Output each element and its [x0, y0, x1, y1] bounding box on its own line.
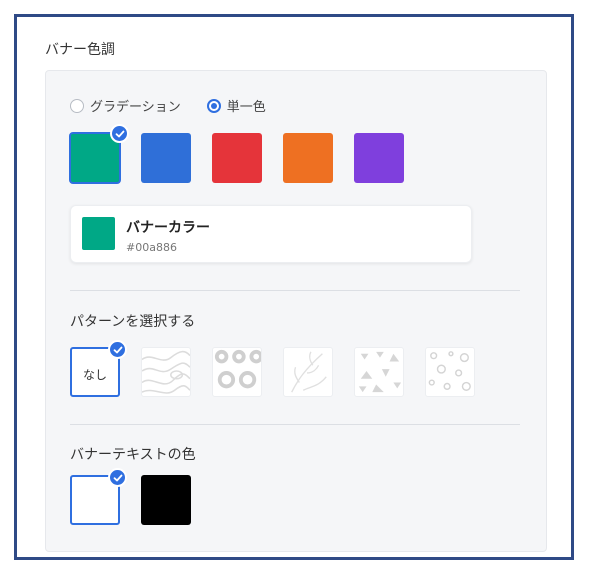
banner-color-chip [82, 217, 115, 250]
leaves-pattern-icon [291, 351, 327, 393]
color-swatch-green[interactable] [69, 124, 129, 184]
banner-color-hex: #00a886 [126, 241, 177, 254]
text-color-black[interactable] [141, 475, 191, 525]
radio-gradient-indicator [70, 98, 84, 113]
color-swatch-red[interactable] [212, 133, 262, 183]
topography-pattern-icon [142, 350, 190, 394]
text-color-title: バナーテキストの色 [70, 447, 196, 463]
pattern-row: なし [70, 340, 496, 397]
pattern-leaves[interactable] [283, 347, 333, 397]
radio-solid-indicator [206, 98, 221, 113]
selected-check-icon [110, 124, 129, 143]
pattern-none[interactable]: なし [70, 340, 127, 397]
bubbles-pattern-icon [428, 351, 471, 391]
pattern-triangles[interactable] [354, 347, 404, 397]
pattern-bubbles[interactable] [425, 347, 475, 397]
pattern-title: パターンを選択する [70, 314, 196, 330]
divider [70, 290, 520, 291]
window-frame: バナー色調 グラデーション 単一色 バナーカラー #00a886 パターンを選択… [14, 14, 574, 560]
selected-check-icon [108, 340, 127, 359]
section-title: バナー色調 [45, 42, 115, 58]
color-swatch-row [69, 124, 425, 184]
banner-color-card[interactable]: バナーカラー #00a886 [70, 205, 472, 263]
radio-gradient-label: グラデーション [90, 100, 181, 115]
color-swatch-purple[interactable] [354, 133, 404, 183]
text-color-row [70, 468, 212, 525]
pattern-circles[interactable] [212, 347, 262, 397]
mode-radio-group: グラデーション 単一色 [70, 96, 292, 115]
pattern-none-label: なし [82, 368, 107, 382]
color-swatch-orange[interactable] [283, 133, 333, 183]
circles-pattern-icon [214, 349, 261, 389]
selected-check-icon [108, 468, 127, 487]
divider [70, 424, 520, 425]
banner-color-name: バナーカラー [126, 220, 210, 236]
banner-settings-panel: グラデーション 単一色 バナーカラー #00a886 パターンを選択する なし … [45, 70, 547, 552]
radio-gradient[interactable]: グラデーション [70, 96, 181, 115]
pattern-topography[interactable] [141, 347, 191, 397]
triangles-pattern-icon [358, 351, 402, 393]
radio-solid[interactable]: 単一色 [206, 96, 266, 115]
color-swatch-blue[interactable] [141, 133, 191, 183]
radio-solid-label: 単一色 [226, 100, 266, 115]
text-color-white[interactable] [70, 468, 127, 525]
